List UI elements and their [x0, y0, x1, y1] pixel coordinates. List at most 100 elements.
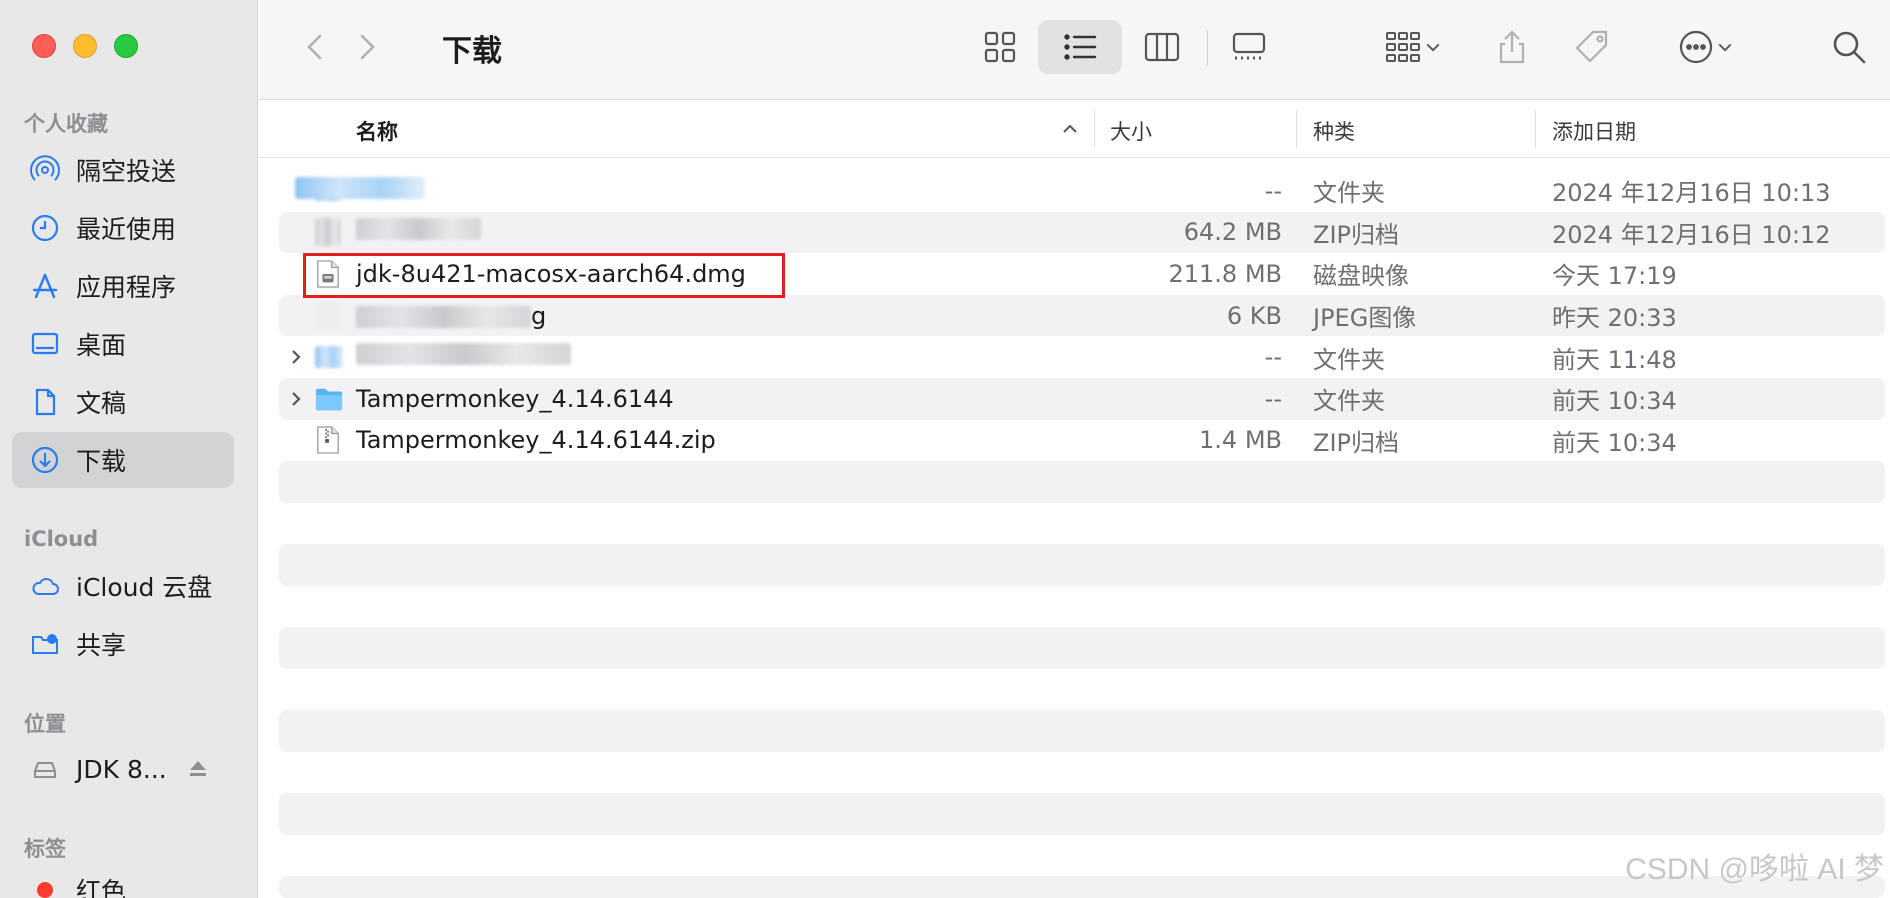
- gallery-view-button[interactable]: [1214, 20, 1284, 74]
- sidebar-item-label: 桌面: [76, 331, 127, 360]
- sidebar-item-desktop[interactable]: 桌面: [12, 316, 234, 372]
- file-row[interactable]: g 6 KB JPEG图像 昨天 20:33: [279, 294, 1885, 337]
- sidebar-item-label: iCloud 云盘: [76, 573, 213, 602]
- folder-icon: [315, 342, 343, 372]
- sidebar-item-airdrop[interactable]: 隔空投送: [12, 142, 234, 198]
- file-date: 前天 10:34: [1552, 387, 1677, 416]
- file-row[interactable]: -- 文件夹 2024 年12月16日 10:13: [279, 170, 1885, 212]
- sidebar-item-label: 红色: [76, 877, 127, 898]
- empty-row-stripe: [279, 461, 1885, 503]
- sidebar-item-jdk-volume[interactable]: JDK 8...: [12, 741, 234, 797]
- minimize-window-button[interactable]: [73, 34, 97, 58]
- file-size: 64.2 MB: [1183, 218, 1282, 247]
- group-by-button[interactable]: [1372, 20, 1456, 74]
- file-name: Tampermonkey_4.14.6144.zip: [356, 426, 716, 455]
- file-size: --: [1264, 384, 1282, 413]
- column-divider[interactable]: [1535, 110, 1536, 148]
- zip-file-icon: [315, 425, 343, 455]
- icloud-header: iCloud: [24, 527, 99, 551]
- sidebar-item-tag-red[interactable]: 红色: [12, 862, 234, 898]
- sidebar-item-label: 文稿: [76, 389, 127, 418]
- file-date: 今天 17:19: [1552, 262, 1677, 291]
- sidebar-item-label: 共享: [76, 631, 127, 660]
- file-row[interactable]: -- 文件夹 前天 11:48: [279, 336, 1885, 378]
- sidebar-item-applications[interactable]: 应用程序: [12, 258, 234, 314]
- file-name: jdk-8u421-macosx-aarch64.dmg: [356, 259, 746, 288]
- sidebar-item-downloads[interactable]: 下载: [12, 432, 234, 488]
- share-button[interactable]: [1482, 20, 1542, 74]
- column-divider[interactable]: [1094, 110, 1095, 148]
- file-size: 6 KB: [1226, 301, 1282, 330]
- file-size: --: [1264, 343, 1282, 372]
- ellipsis-circle-icon: [1679, 30, 1713, 64]
- icon-view-button[interactable]: [965, 20, 1035, 74]
- download-icon: [28, 443, 62, 477]
- file-kind: 磁盘映像: [1313, 262, 1409, 291]
- document-icon: [28, 385, 62, 419]
- list-view-button[interactable]: [1038, 20, 1122, 74]
- sidebar-item-documents[interactable]: 文稿: [12, 374, 234, 430]
- file-name-blurred: g: [356, 302, 546, 330]
- file-date: 昨天 20:33: [1552, 304, 1677, 333]
- file-row[interactable]: Tampermonkey_4.14.6144 -- 文件夹 前天 10:34: [279, 377, 1885, 420]
- file-kind: 文件夹: [1313, 387, 1385, 416]
- file-kind: 文件夹: [1313, 179, 1385, 208]
- group-grid-icon: [1386, 32, 1420, 62]
- back-button[interactable]: [295, 20, 335, 74]
- favorites-header: 个人收藏: [24, 112, 108, 136]
- file-name: Tampermonkey_4.14.6144: [356, 384, 674, 413]
- file-row[interactable]: jdk-8u421-macosx-aarch64.dmg 211.8 MB 磁盘…: [279, 253, 1885, 295]
- column-header-kind[interactable]: 种类: [1313, 116, 1355, 146]
- sidebar-item-recents[interactable]: 最近使用: [12, 200, 234, 256]
- empty-row-stripe: [279, 544, 1885, 586]
- close-window-button[interactable]: [32, 34, 56, 58]
- file-date: 2024 年12月16日 10:12: [1552, 220, 1831, 249]
- forward-button[interactable]: [347, 20, 387, 74]
- window-title: 下载: [442, 34, 502, 69]
- chevron-down-icon: [1426, 43, 1440, 52]
- more-actions-button[interactable]: [1661, 20, 1751, 74]
- red-tag-dot-icon: [28, 873, 62, 898]
- airdrop-icon: [28, 153, 62, 187]
- column-divider[interactable]: [1296, 110, 1297, 148]
- file-row[interactable]: Tampermonkey_4.14.6144.zip 1.4 MB ZIP归档 …: [279, 420, 1885, 462]
- zip-file-icon: [315, 217, 343, 247]
- chevron-down-icon: [1718, 43, 1732, 52]
- disclosure-triangle-icon[interactable]: [287, 348, 305, 366]
- toolbar: 下载: [259, 0, 1890, 100]
- applications-icon: [28, 269, 62, 303]
- file-name-blurred: [295, 176, 425, 205]
- columns-icon: [1144, 32, 1180, 62]
- file-row[interactable]: 64.2 MB ZIP归档 2024 年12月16日 10:12: [279, 211, 1885, 254]
- column-header-name[interactable]: 名称: [356, 116, 398, 146]
- file-kind: 文件夹: [1313, 345, 1385, 374]
- watermark: CSDN @哆啦 AI 梦: [1625, 853, 1884, 886]
- file-kind: ZIP归档: [1313, 220, 1399, 249]
- file-size: 1.4 MB: [1199, 426, 1282, 455]
- file-kind: JPEG图像: [1313, 304, 1417, 333]
- sidebar-item-label: 最近使用: [76, 215, 177, 244]
- sort-ascending-icon[interactable]: [1061, 120, 1079, 138]
- file-date: 前天 10:34: [1552, 428, 1677, 457]
- image-file-icon: [315, 301, 343, 331]
- disclosure-triangle-icon[interactable]: [287, 390, 305, 408]
- column-header-bar: 名称 大小 种类 添加日期: [259, 100, 1890, 158]
- tags-header: 标签: [24, 837, 66, 861]
- sidebar: 个人收藏 隔空投送 最近使用 应用程序 桌面 文稿 下载 iCloud iClo…: [0, 0, 258, 898]
- column-header-date[interactable]: 添加日期: [1552, 116, 1636, 146]
- sidebar-item-shared[interactable]: 共享: [12, 616, 234, 672]
- search-icon: [1833, 31, 1866, 64]
- file-name-suffix: g: [531, 301, 547, 330]
- file-kind: ZIP归档: [1313, 428, 1399, 457]
- file-date: 2024 年12月16日 10:13: [1552, 179, 1831, 208]
- tags-button[interactable]: [1562, 20, 1622, 74]
- zoom-window-button[interactable]: [114, 34, 138, 58]
- column-header-size[interactable]: 大小: [1110, 116, 1152, 146]
- eject-icon[interactable]: [185, 756, 211, 782]
- sidebar-item-label: 下载: [76, 447, 127, 476]
- sidebar-item-icloud-drive[interactable]: iCloud 云盘: [12, 558, 234, 614]
- column-view-button[interactable]: [1127, 20, 1197, 74]
- search-button[interactable]: [1819, 20, 1879, 74]
- drive-icon: [28, 752, 62, 786]
- cloud-icon: [28, 569, 62, 603]
